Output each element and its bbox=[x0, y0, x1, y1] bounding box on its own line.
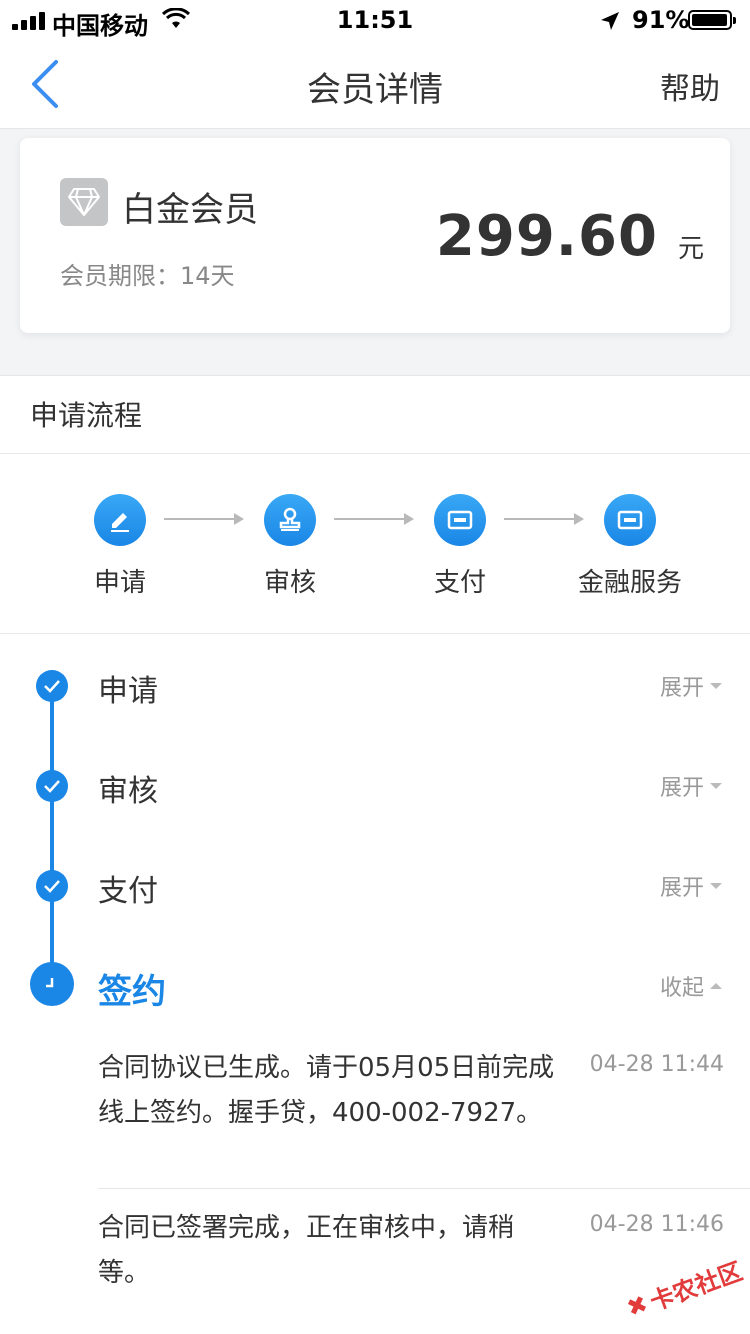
divider bbox=[0, 633, 750, 634]
member-level: 白金会员 bbox=[122, 190, 258, 230]
toggle-label: 展开 bbox=[659, 676, 704, 701]
location-icon bbox=[600, 9, 620, 37]
timeline-title-review: 审核 bbox=[98, 774, 158, 809]
step-review-icon bbox=[264, 494, 316, 546]
toggle-label: 收起 bbox=[659, 976, 704, 1001]
expand-toggle[interactable]: 展开 bbox=[660, 670, 722, 702]
toggle-label: 展开 bbox=[659, 876, 704, 901]
timeline-title-sign: 签约 bbox=[98, 972, 166, 1012]
card-icon bbox=[617, 510, 643, 530]
message-text: 合同已签署完成，正在审核中，请稍等。 bbox=[98, 1213, 515, 1288]
step-label: 金融服务 bbox=[577, 568, 682, 598]
status-bar: 中国移动 11:51 91% bbox=[0, 0, 750, 40]
card-icon bbox=[447, 510, 473, 530]
check-icon bbox=[36, 870, 68, 902]
watermark: ✖ 卡农社区 bbox=[622, 1252, 747, 1326]
message-text: 合同协议已生成。请于05月05日前完成线上签约。握手贷，400-002-7927… bbox=[98, 1053, 555, 1128]
step-label: 申请 bbox=[93, 568, 146, 598]
expand-toggle[interactable]: 展开 bbox=[660, 770, 722, 802]
expand-toggle[interactable]: 展开 bbox=[660, 870, 722, 902]
help-button[interactable]: 帮助 bbox=[660, 64, 720, 108]
caret-up-icon bbox=[710, 983, 722, 989]
check-icon bbox=[36, 770, 68, 802]
page-title: 会员详情 bbox=[307, 70, 443, 110]
member-period: 会员期限：14天 bbox=[60, 262, 235, 290]
watermark-text: 卡农社区 bbox=[646, 1257, 747, 1317]
step-label: 审核 bbox=[263, 568, 316, 598]
clock-icon bbox=[30, 962, 74, 1006]
battery-percent: 91% bbox=[632, 6, 690, 34]
check-icon bbox=[36, 670, 68, 702]
process-title: 申请流程 bbox=[30, 399, 143, 432]
process-steps: 申请 审核 支付 金融服务 bbox=[0, 454, 750, 632]
nav-bar: 会员详情 帮助 bbox=[0, 40, 750, 129]
timeline-line bbox=[50, 686, 54, 986]
stamp-icon bbox=[279, 507, 301, 531]
message-time: 04-28 11:44 bbox=[589, 1052, 724, 1077]
divider bbox=[98, 1188, 750, 1189]
timeline-title-apply: 申请 bbox=[98, 674, 158, 709]
caret-down-icon bbox=[710, 683, 722, 689]
caret-down-icon bbox=[710, 883, 722, 889]
battery-icon bbox=[688, 10, 736, 30]
timeline-title-pay: 支付 bbox=[98, 874, 158, 909]
diamond-icon bbox=[60, 178, 108, 226]
member-price: 299.60 bbox=[435, 204, 658, 269]
caret-down-icon bbox=[710, 783, 722, 789]
step-arrow bbox=[334, 513, 414, 525]
step-pay-icon bbox=[434, 494, 486, 546]
price-unit: 元 bbox=[677, 234, 704, 264]
pen-icon bbox=[111, 513, 129, 532]
step-label: 支付 bbox=[433, 568, 486, 598]
toggle-label: 展开 bbox=[659, 776, 704, 801]
collapse-toggle[interactable]: 收起 bbox=[660, 970, 722, 1002]
step-apply-icon bbox=[94, 494, 146, 546]
step-arrow bbox=[164, 513, 244, 525]
step-arrow bbox=[504, 513, 584, 525]
message-time: 04-28 11:46 bbox=[589, 1212, 724, 1237]
member-card: 白金会员 会员期限：14天 299.60 元 bbox=[20, 138, 730, 333]
step-finance-icon bbox=[604, 494, 656, 546]
